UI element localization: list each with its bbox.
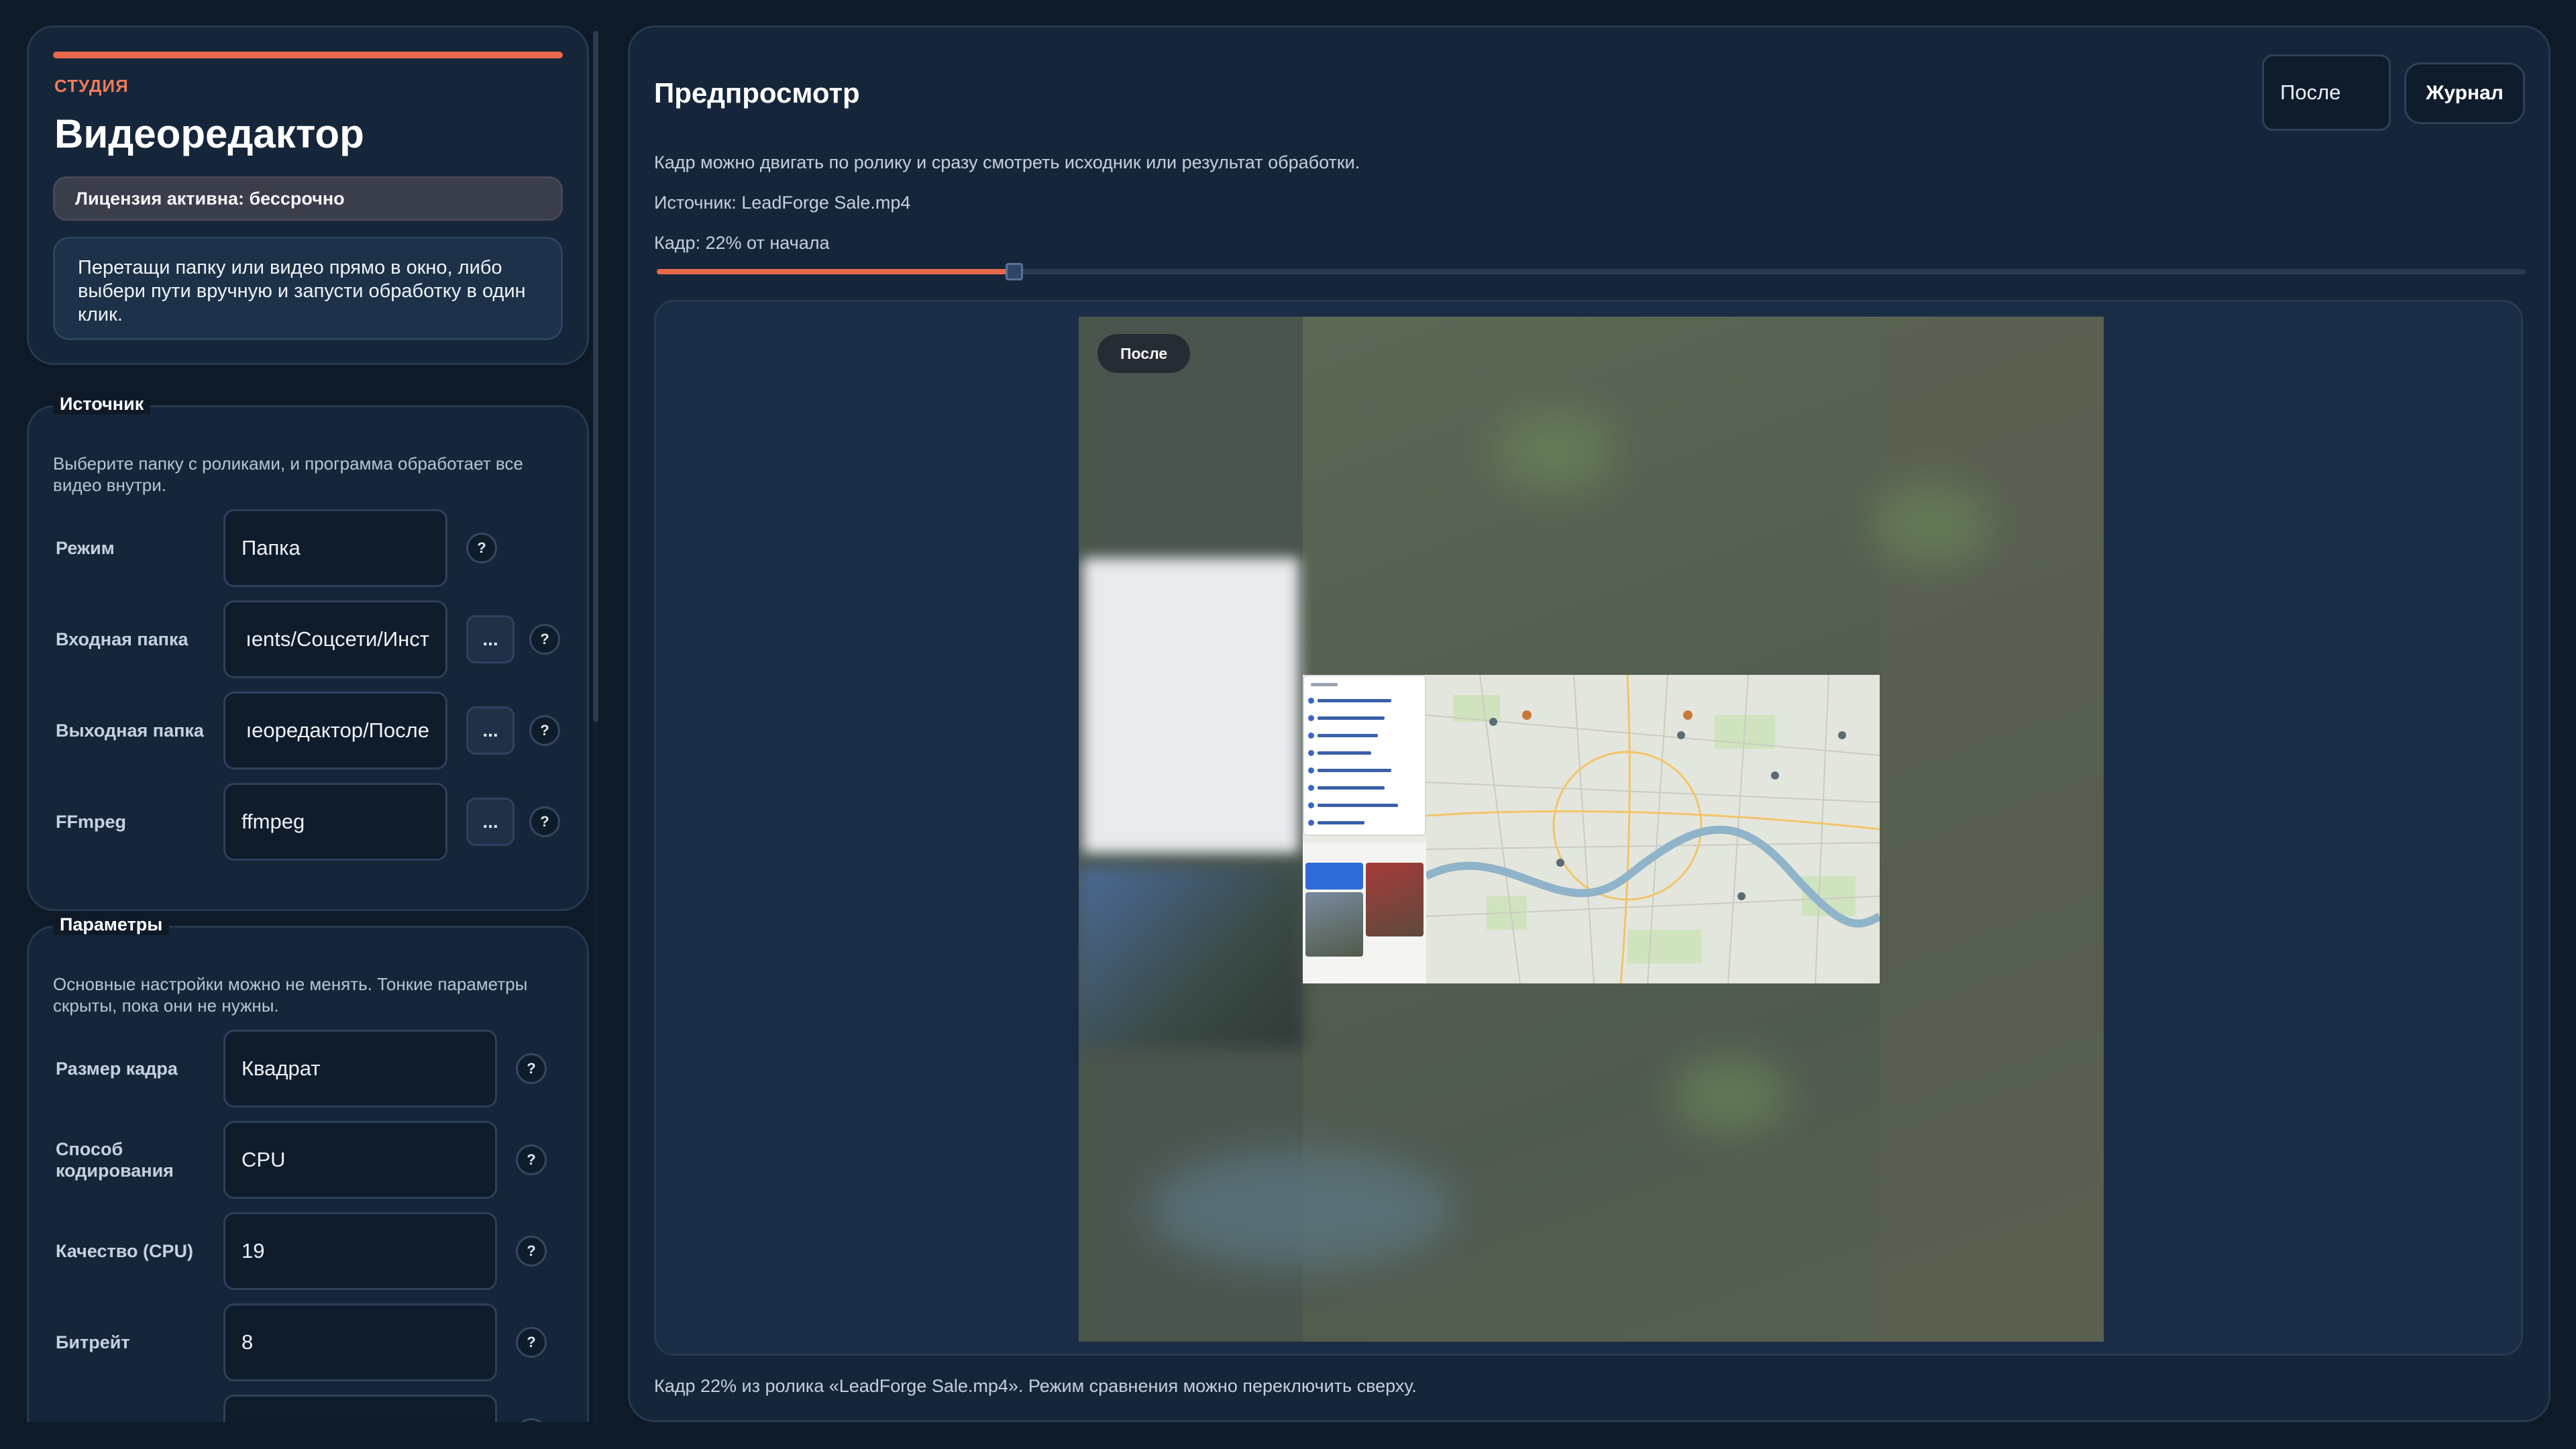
preview-footer-note: Кадр 22% из ролика «LeadForge Sale.mp4».… <box>654 1376 1417 1396</box>
frame-size-help-button[interactable]: ? <box>516 1053 547 1084</box>
input-folder-browse-button[interactable]: ... <box>466 615 515 663</box>
frame-slider-fill <box>657 269 1014 274</box>
source-section: Источник Выберите папку с роликами, и пр… <box>27 394 589 911</box>
output-folder-help-button[interactable]: ? <box>529 715 560 746</box>
blurred-park <box>1870 484 1991 565</box>
map-photo-thumb <box>1366 863 1424 936</box>
blurred-background-right <box>1880 317 2104 1342</box>
bitrate-row: Битрейт 8 ? <box>29 1303 589 1381</box>
frame-size-label: Размер кадра <box>56 1059 178 1079</box>
ffmpeg-label: FFmpeg <box>56 812 126 832</box>
map-streets <box>1424 675 1880 983</box>
next-param-input[interactable] <box>223 1395 497 1422</box>
preview-title: Предпросмотр <box>654 77 860 109</box>
journal-button[interactable]: Журнал <box>2404 62 2525 124</box>
preview-panel: Предпросмотр После Журнал Кадр можно дви… <box>628 25 2551 1422</box>
encoding-row: Способ кодирования CPU ? <box>29 1121 589 1199</box>
input-folder-field[interactable]: ıents/Соцсети/Инст <box>223 600 447 678</box>
app-header-card: СТУДИЯ Видеоредактор Лицензия активна: б… <box>27 25 589 365</box>
map-search-panel <box>1303 675 1426 836</box>
mode-help-button[interactable]: ? <box>466 533 497 564</box>
output-folder-label: Выходная папка <box>56 720 204 741</box>
app-eyebrow: СТУДИЯ <box>54 76 129 96</box>
encoding-label: Способ кодирования <box>56 1139 174 1181</box>
sidebar-scrollbar-thumb[interactable] <box>593 31 598 722</box>
sidebar: СТУДИЯ Видеоредактор Лицензия активна: б… <box>27 25 589 1422</box>
encoding-select[interactable]: CPU <box>223 1121 497 1199</box>
video-content-map <box>1303 675 1880 983</box>
params-legend: Параметры <box>53 914 170 935</box>
quality-label: Качество (CPU) <box>56 1241 193 1261</box>
bitrate-input[interactable]: 8 <box>223 1303 497 1381</box>
input-folder-help-button[interactable]: ? <box>529 624 560 655</box>
params-section: Параметры Основные настройки можно не ме… <box>27 914 589 1422</box>
blurred-river <box>1146 1148 1454 1269</box>
preview-frame-position: Кадр: 22% от начала <box>654 233 830 253</box>
app-title: Видеоредактор <box>54 111 364 156</box>
ffmpeg-browse-button[interactable]: ... <box>466 798 515 846</box>
ffmpeg-help-button[interactable]: ? <box>529 806 560 837</box>
next-param-help-button[interactable]: ? <box>516 1418 547 1422</box>
map-result-cards <box>1303 843 1426 983</box>
bitrate-help-button[interactable]: ? <box>516 1327 547 1358</box>
input-folder-row: Входная папка ıents/Соцсети/Инст ... ? <box>29 600 589 678</box>
bitrate-label: Битрейт <box>56 1332 130 1352</box>
blurred-park <box>1669 1055 1790 1135</box>
frame-slider-thumb[interactable] <box>1006 263 1023 280</box>
accent-bar <box>53 52 563 58</box>
output-folder-row: Выходная папка ıеоредактор/После ... ? <box>29 692 589 769</box>
quality-help-button[interactable]: ? <box>516 1236 547 1267</box>
mode-select[interactable]: Папка <box>223 509 447 587</box>
preview-stage: После <box>654 300 2523 1356</box>
blurred-search-panel <box>1083 558 1299 853</box>
next-param-row: ? <box>29 1395 589 1422</box>
encoding-help-button[interactable]: ? <box>516 1144 547 1175</box>
map-photo-thumb <box>1305 892 1363 957</box>
preview-frame-image: После <box>1079 317 2104 1342</box>
blurred-park <box>1495 411 1615 491</box>
input-folder-label: Входная папка <box>56 629 189 649</box>
source-description: Выберите папку с роликами, и программа о… <box>53 453 523 495</box>
ffmpeg-path-field[interactable]: ffmpeg <box>223 783 447 861</box>
ffmpeg-row: FFmpeg ffmpeg ... ? <box>29 783 589 861</box>
blurred-photo <box>1079 867 1303 1048</box>
output-folder-browse-button[interactable]: ... <box>466 706 515 755</box>
params-description: Основные настройки можно не менять. Тонк… <box>53 974 528 1016</box>
after-badge: После <box>1097 334 1191 373</box>
quality-input[interactable]: 19 <box>223 1212 497 1290</box>
mode-row: Режим Папка ? <box>29 509 589 587</box>
quality-row: Качество (CPU) 19 ? <box>29 1212 589 1290</box>
drop-hint: Перетащи папку или видео прямо в окно, л… <box>53 237 563 340</box>
mode-label: Режим <box>56 538 115 558</box>
license-status-badge: Лицензия активна: бессрочно <box>53 176 563 221</box>
frame-size-select[interactable]: Квадрат <box>223 1030 497 1108</box>
preview-info: Кадр можно двигать по ролику и сразу смо… <box>654 152 1360 172</box>
source-legend: Источник <box>53 394 151 415</box>
map-city-area <box>1424 675 1880 983</box>
map-ad-card <box>1305 863 1363 890</box>
compare-mode-select[interactable]: После <box>2262 54 2391 131</box>
output-folder-field[interactable]: ıеоредактор/После <box>223 692 447 769</box>
preview-source: Источник: LeadForge Sale.mp4 <box>654 193 911 213</box>
frame-size-row: Размер кадра Квадрат ? <box>29 1030 589 1108</box>
